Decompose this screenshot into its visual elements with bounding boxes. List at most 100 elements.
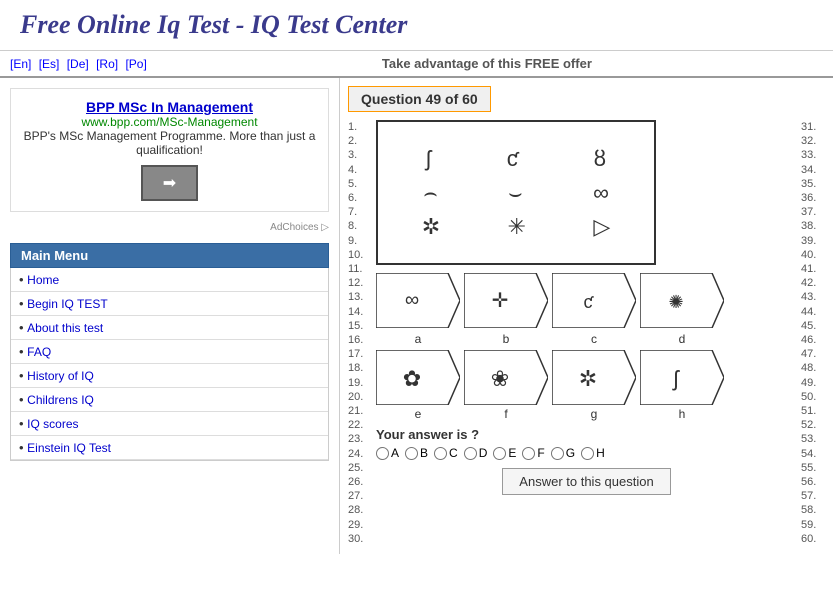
menu-item-faq[interactable]: FAQ [11,340,328,364]
right-num: 33. [801,148,825,162]
radio-option-b[interactable]: B [405,446,428,460]
left-num: 17. [348,347,372,361]
menu-item-history-of-iq[interactable]: History of IQ [11,364,328,388]
right-num: 43. [801,290,825,304]
radio-input-d[interactable] [464,447,477,460]
right-num: 57. [801,489,825,503]
language-links[interactable]: [En] [Es] [De] [Ro] [Po] [10,57,151,71]
lang-es[interactable]: [Es] [39,57,60,71]
choice-d: ✺ [640,273,724,328]
symbol-r1c1: ʃ [426,146,431,172]
menu-item-about-this-test[interactable]: About this test [11,316,328,340]
svg-text:✿: ✿ [403,366,421,391]
left-num: 11. [348,262,372,276]
right-num: 36. [801,191,825,205]
ad-title[interactable]: BPP MSc In Management [21,99,318,115]
left-num: 28. [348,503,372,517]
left-num: 2. [348,134,372,148]
right-num: 40. [801,248,825,262]
left-num: 7. [348,205,372,219]
submit-answer-button[interactable]: Answer to this question [502,468,670,495]
radio-option-d[interactable]: D [464,446,488,460]
menu-link-7[interactable]: Einstein IQ Test [27,441,111,455]
right-num: 58. [801,503,825,517]
right-num: 48. [801,361,825,375]
menu-link-2[interactable]: About this test [27,321,103,335]
radio-input-f[interactable] [522,447,535,460]
lang-en[interactable]: [En] [10,57,31,71]
arrow-icon: ➡ [163,175,176,192]
left-num: 5. [348,177,372,191]
right-num: 44. [801,305,825,319]
left-num: 10. [348,248,372,262]
menu-link-6[interactable]: IQ scores [27,417,78,431]
right-num: 41. [801,262,825,276]
menu-list: Home Begin IQ TEST About this test FAQ Histo… [10,268,329,461]
radio-input-a[interactable] [376,447,389,460]
menu-item-iq-scores[interactable]: IQ scores [11,412,328,436]
choice-h: ʃ [640,350,724,405]
menu-link-4[interactable]: History of IQ [27,369,94,383]
radio-label-d: D [479,446,488,460]
menu-item-begin-iq-test[interactable]: Begin IQ TEST [11,292,328,316]
left-number-column: 1.2.3.4.5.6.7.8.9.10.11.12.13.14.15.16.1… [348,120,376,546]
radio-input-e[interactable] [493,447,506,460]
left-num: 30. [348,532,372,546]
choice-b: ✛ [464,273,548,328]
radio-label-a: A [391,446,399,460]
symbol-r3c3: ▷ [593,214,610,240]
svg-text:✛: ✛ [492,290,509,312]
radio-option-c[interactable]: C [434,446,458,460]
right-num: 38. [801,219,825,233]
menu-item-einstein-iq-test[interactable]: Einstein IQ Test [11,436,328,460]
radio-option-a[interactable]: A [376,446,399,460]
ad-choices[interactable]: AdChoices ▷ [10,222,329,233]
left-num: 21. [348,404,372,418]
question-counter: Question 49 of 60 [348,86,491,112]
radio-option-g[interactable]: G [551,446,575,460]
menu-link-0[interactable]: Home [27,273,59,287]
page-title: Free Online Iq Test - IQ Test Center [20,10,813,40]
left-num: 23. [348,432,372,446]
lang-po[interactable]: [Po] [125,57,146,71]
radio-option-e[interactable]: E [493,446,516,460]
radio-input-g[interactable] [551,447,564,460]
radio-input-h[interactable] [581,447,594,460]
right-num: 45. [801,319,825,333]
left-num: 19. [348,376,372,390]
svg-text:✲: ✲ [579,366,597,391]
top-choice-labels: a b c d [376,332,797,346]
right-num: 52. [801,418,825,432]
answer-radio-group[interactable]: ABC DEFGH [376,446,797,460]
radio-option-h[interactable]: H [581,446,605,460]
menu-item-childrens-iq[interactable]: Childrens IQ [11,388,328,412]
offer-text: Take advantage of this FREE offer [151,56,823,71]
left-num: 29. [348,518,372,532]
lang-de[interactable]: [De] [67,57,89,71]
answer-prompt: Your answer is ? [376,427,797,442]
radio-input-c[interactable] [434,447,447,460]
left-num: 15. [348,319,372,333]
label-d: d [640,332,724,346]
lang-ro[interactable]: [Ro] [96,57,118,71]
right-num: 60. [801,532,825,546]
radio-option-f[interactable]: F [522,446,544,460]
symbol-r2c2: ⌣ [508,180,522,206]
ad-arrow-button[interactable]: ➡ [141,165,198,201]
left-num: 3. [348,148,372,162]
menu-link-1[interactable]: Begin IQ TEST [27,297,107,311]
right-num: 34. [801,163,825,177]
right-num: 59. [801,518,825,532]
right-num: 55. [801,461,825,475]
symbol-r2c3: ∞ [593,180,609,206]
right-num: 53. [801,432,825,446]
radio-input-b[interactable] [405,447,418,460]
right-num: 32. [801,134,825,148]
left-num: 25. [348,461,372,475]
menu-item-home[interactable]: Home [11,268,328,292]
menu-link-5[interactable]: Childrens IQ [27,393,94,407]
right-number-column: 31.32.33.34.35.36.37.38.39.40.41.42.43.4… [797,120,825,546]
question-image: ʃ ƈ ȣ ⌢ ⌣ ∞ ✲ ✳ ▷ [376,120,656,265]
menu-link-3[interactable]: FAQ [27,345,51,359]
right-num: 51. [801,404,825,418]
